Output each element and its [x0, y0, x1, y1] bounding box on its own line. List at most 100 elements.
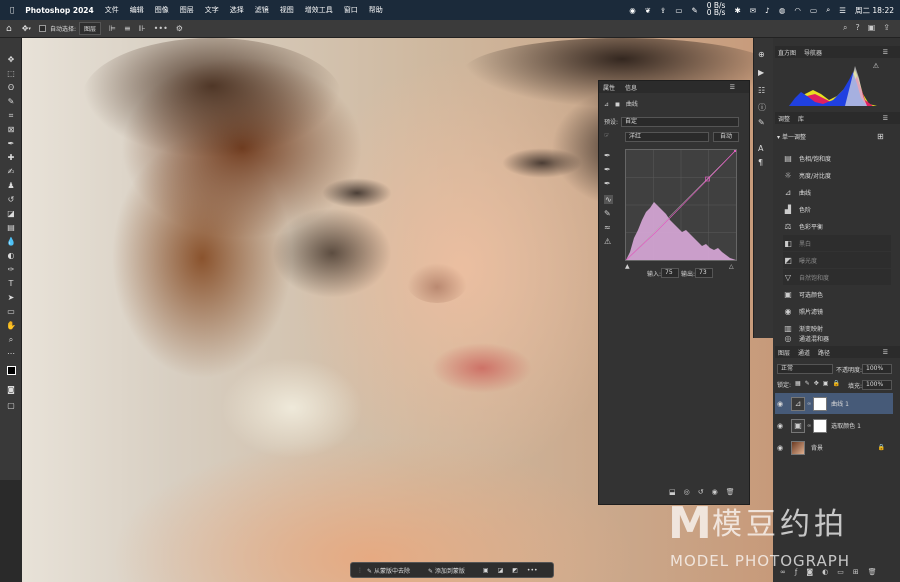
- color-swatches[interactable]: [4, 366, 18, 378]
- remove-from-mask-button[interactable]: ✎ 从蒙版中去除: [367, 566, 419, 575]
- info-icon[interactable]: ⓘ: [758, 102, 766, 113]
- frame-tool-icon[interactable]: ⊠: [4, 124, 18, 136]
- menu-filter[interactable]: 滤镜: [255, 5, 269, 15]
- menu-view[interactable]: 视图: [280, 5, 294, 15]
- blur-tool-icon[interactable]: 💧: [4, 236, 18, 248]
- layer-row-curves[interactable]: ◉ ⊿ ∞ 曲线 1: [775, 393, 893, 414]
- invert-mask-icon[interactable]: ◪: [498, 567, 504, 574]
- wifi-icon[interactable]: ◠: [794, 6, 801, 15]
- panel-menu-icon[interactable]: ☰: [883, 349, 888, 356]
- panel-menu-icon[interactable]: ☰: [730, 84, 735, 91]
- stamp-tool-icon[interactable]: ♟: [4, 180, 18, 192]
- workspace-icon[interactable]: ▣: [868, 23, 876, 33]
- path-select-icon[interactable]: ➤: [4, 292, 18, 304]
- target-adjust-icon[interactable]: ☞: [604, 132, 609, 139]
- gear-icon[interactable]: ⚙: [176, 24, 183, 33]
- healing-brush-icon[interactable]: ✚: [4, 152, 18, 164]
- layer-row-background[interactable]: ◉ 背景 🔒: [775, 437, 893, 458]
- grid-view-icon[interactable]: ⊞: [877, 132, 884, 141]
- layer-mask-thumbnail[interactable]: [813, 396, 828, 411]
- record-icon[interactable]: ◉: [629, 6, 636, 15]
- adjustment-color-balance[interactable]: ⚖ 色彩平衡: [783, 218, 891, 234]
- white-point-slider[interactable]: △: [729, 263, 734, 270]
- folder-icon[interactable]: ▭: [675, 6, 682, 15]
- move-tool-icon[interactable]: ✥: [4, 54, 18, 66]
- tab-layers[interactable]: 图层: [778, 348, 790, 357]
- eye-icon[interactable]: ◉: [775, 422, 785, 430]
- lasso-tool-icon[interactable]: ʘ: [4, 82, 18, 94]
- view-previous-icon[interactable]: ◎: [684, 488, 690, 496]
- opacity-field[interactable]: 100%: [862, 364, 892, 374]
- character-icon[interactable]: A: [758, 144, 763, 153]
- zoom-tool-icon[interactable]: ⌕: [4, 334, 18, 346]
- eyedropper-black-icon[interactable]: ✒: [604, 151, 611, 160]
- home-icon[interactable]: ⌂: [6, 24, 12, 34]
- layer-name[interactable]: 选取颜色 1: [831, 421, 861, 430]
- add-to-mask-button[interactable]: ✎ 添加到蒙版: [428, 566, 474, 575]
- eyedropper-gray-icon[interactable]: ✒: [604, 165, 611, 174]
- menu-help[interactable]: 帮助: [369, 5, 383, 15]
- app-menu[interactable]: Photoshop 2024: [25, 6, 94, 15]
- reset-icon[interactable]: ↺: [698, 488, 704, 496]
- lock-transparency-icon[interactable]: ▦: [795, 380, 801, 389]
- menu-window[interactable]: 窗口: [344, 5, 358, 15]
- lock-all-icon[interactable]: 🔒: [832, 380, 839, 389]
- history-brush-icon[interactable]: ↺: [4, 194, 18, 206]
- eyedropper-white-icon[interactable]: ✒: [604, 179, 611, 188]
- smooth-icon[interactable]: ≈: [604, 223, 611, 232]
- layer-mask-thumbnail[interactable]: [813, 418, 828, 433]
- channel-dropdown[interactable]: 洋红: [625, 132, 709, 142]
- tab-channels[interactable]: 通道: [798, 348, 810, 357]
- edit-toolbar-icon[interactable]: ⋯: [4, 348, 18, 360]
- menu-select[interactable]: 选择: [230, 5, 244, 15]
- search-icon[interactable]: ⌕: [843, 23, 847, 33]
- curve-point-tool-icon[interactable]: ∿: [604, 195, 613, 204]
- clip-icon[interactable]: ⬓: [669, 488, 676, 496]
- chevron-down-icon[interactable]: ▾: [777, 134, 780, 141]
- panel-menu-icon[interactable]: ☰: [883, 49, 888, 56]
- adjustment-photo-filter[interactable]: ◉ 照片滤镜: [783, 303, 891, 319]
- menu-edit[interactable]: 编辑: [130, 5, 144, 15]
- bluetooth-icon[interactable]: ✱: [734, 6, 740, 15]
- adjustment-brightness-contrast[interactable]: ☼ 亮度/对比度: [783, 167, 891, 183]
- eye-icon[interactable]: ◉: [775, 400, 785, 408]
- adjustment-vibrance[interactable]: ▽ 自然饱和度: [783, 269, 891, 285]
- dodge-tool-icon[interactable]: ◐: [4, 250, 18, 262]
- chat-icon[interactable]: ✉: [750, 6, 756, 15]
- tab-paths[interactable]: 路径: [818, 348, 830, 357]
- leaf-icon[interactable]: ❦: [645, 6, 651, 15]
- output-field[interactable]: 73: [695, 268, 713, 278]
- history-icon[interactable]: ⊕: [758, 50, 765, 59]
- adjustment-curves[interactable]: ⊿ 曲线: [783, 184, 891, 200]
- pen-tool-icon[interactable]: ✑: [4, 264, 18, 276]
- pin-icon[interactable]: ✎: [691, 6, 697, 15]
- lock-artboard-icon[interactable]: ▣: [823, 380, 829, 389]
- menu-type[interactable]: 文字: [205, 5, 219, 15]
- pencil-tool-icon[interactable]: ✎: [604, 209, 611, 218]
- menu-file[interactable]: 文件: [105, 5, 119, 15]
- brush-settings-icon[interactable]: ✎: [758, 118, 765, 127]
- control-center-icon[interactable]: ☰: [839, 6, 846, 15]
- rectangle-tool-icon[interactable]: ▭: [4, 306, 18, 318]
- search-icon[interactable]: ⌕: [826, 5, 830, 15]
- type-tool-icon[interactable]: T: [4, 278, 18, 290]
- grip-handle[interactable]: ⋮: [357, 567, 363, 574]
- tab-histogram[interactable]: 直方图: [778, 48, 796, 57]
- preset-dropdown[interactable]: 自定: [621, 117, 739, 127]
- warning-icon[interactable]: ⚠: [873, 62, 879, 70]
- eye-icon[interactable]: ◉: [775, 444, 785, 452]
- curve-endpoint[interactable]: [734, 150, 736, 152]
- layer-name[interactable]: 曲线 1: [831, 399, 849, 408]
- curves-graph[interactable]: [625, 149, 737, 261]
- adjustments-group-title[interactable]: ▾ 单一调整: [777, 132, 806, 141]
- adjustment-exposure[interactable]: ◩ 曝光度: [783, 252, 891, 268]
- link-icon[interactable]: ∞: [807, 423, 811, 429]
- hand-tool-icon[interactable]: ✋: [4, 320, 18, 332]
- adjustment-levels[interactable]: ▟ 色阶: [783, 201, 891, 217]
- layer-name[interactable]: 背景: [811, 443, 823, 452]
- chevron-down-icon[interactable]: ▾: [28, 26, 31, 32]
- gradient-tool-icon[interactable]: ▤: [4, 222, 18, 234]
- adjust-icon[interactable]: ☷: [758, 86, 765, 95]
- play-icon[interactable]: ▶: [758, 68, 764, 77]
- more-options-button[interactable]: •••: [527, 567, 538, 574]
